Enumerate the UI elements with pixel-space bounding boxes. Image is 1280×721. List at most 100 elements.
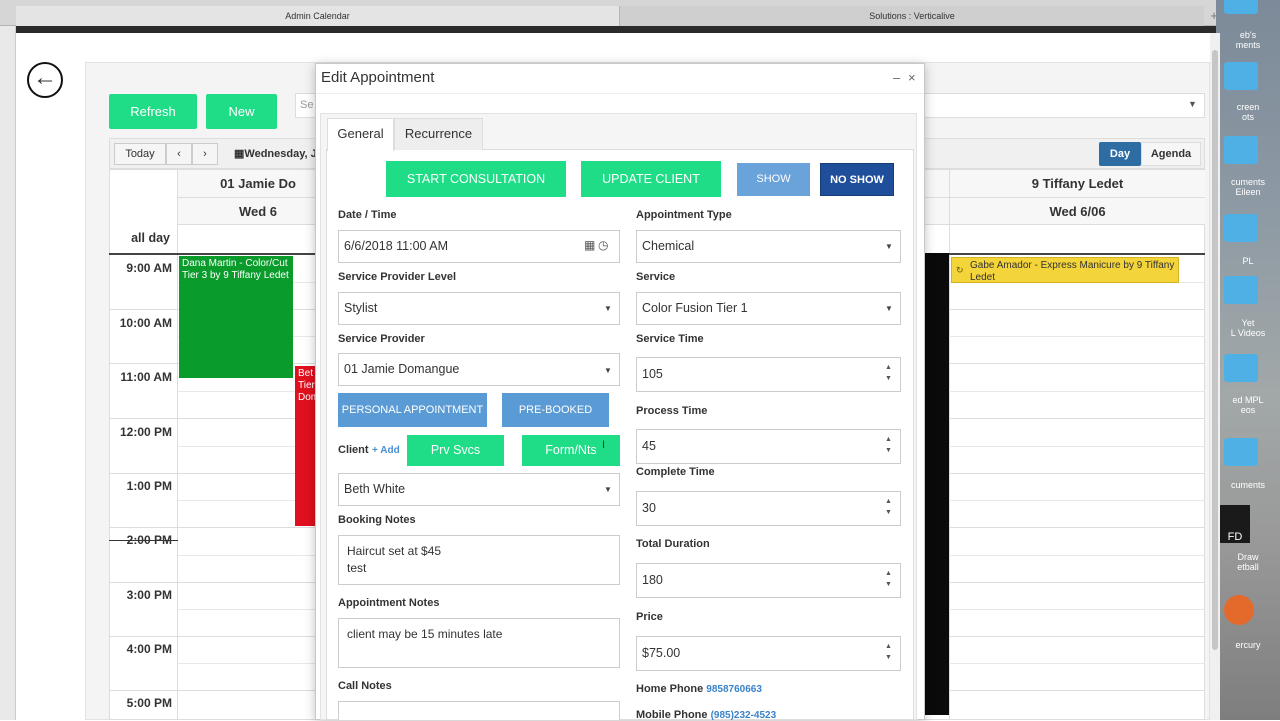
add-client-link[interactable]: + Add xyxy=(372,445,400,456)
start-consultation-button[interactable]: START CONSULTATION xyxy=(386,161,566,197)
decrement-icon[interactable]: ▼ xyxy=(885,581,892,588)
service-provider-select[interactable]: 01 Jamie Domangue xyxy=(338,353,620,386)
folder-icon[interactable] xyxy=(1224,276,1258,304)
chevron-down-icon[interactable]: ▼ xyxy=(604,485,612,494)
tab-recurrence[interactable]: Recurrence xyxy=(394,118,483,150)
day-view-button[interactable]: Day xyxy=(1099,142,1141,166)
prev-day-button[interactable]: ‹ xyxy=(166,143,192,165)
back-arrow-icon[interactable]: ← xyxy=(27,62,63,98)
pre-booked-button[interactable]: PRE-BOOKED xyxy=(502,393,609,427)
close-icon[interactable]: × xyxy=(908,70,916,85)
increment-icon[interactable]: ▲ xyxy=(885,498,892,505)
desktop-label: PL xyxy=(1242,256,1254,266)
appointment-event[interactable]: Gabe Amador - Express Manicure by 9 Tiff… xyxy=(951,257,1179,283)
mobile-phone-link[interactable]: (985)232-4523 xyxy=(711,710,777,721)
provider-header: 9 Tiffany Ledet xyxy=(1031,176,1124,191)
show-button[interactable]: SHOW xyxy=(737,163,810,196)
increment-icon[interactable]: ▲ xyxy=(885,570,892,577)
total-duration-input[interactable]: 180 xyxy=(636,563,901,598)
personal-appointment-button[interactable]: PERSONAL APPOINTMENT xyxy=(338,393,487,427)
service-time-input[interactable]: 105 xyxy=(636,357,901,392)
time-label: 5:00 PM xyxy=(126,696,172,710)
appointment-notes-textarea[interactable]: client may be 15 minutes late xyxy=(338,618,620,668)
left-window-edge xyxy=(0,26,16,720)
date-time-input[interactable]: 6/6/2018 11:00 AM xyxy=(338,230,620,263)
tab-label: Admin Calendar xyxy=(285,11,350,21)
time-label: 1:00 PM xyxy=(126,479,172,493)
decrement-icon[interactable]: ▼ xyxy=(885,654,892,661)
desktop-background: eb's ments creen ots cuments Eileen PL Y… xyxy=(1216,0,1280,720)
clock-icon[interactable]: ◷ xyxy=(598,238,608,252)
browser-tab-admin-calendar[interactable]: Admin Calendar xyxy=(16,6,620,26)
increment-icon[interactable]: ▲ xyxy=(885,436,892,443)
increment-icon[interactable]: ▲ xyxy=(885,643,892,650)
appointment-type-label: Appointment Type xyxy=(636,209,732,221)
no-show-button[interactable]: NO SHOW xyxy=(820,163,894,196)
complete-time-input[interactable]: 30 xyxy=(636,491,901,526)
desktop-label: Yet L Videos xyxy=(1230,318,1266,338)
total-duration-label: Total Duration xyxy=(636,538,710,550)
chevron-down-icon[interactable]: ▼ xyxy=(1188,99,1197,109)
refresh-button[interactable]: Refresh xyxy=(109,94,197,129)
forms-notes-button[interactable]: Form/Nts xyxy=(522,435,620,466)
booking-notes-line: test xyxy=(347,561,367,575)
service-provider-level-select[interactable]: Stylist xyxy=(338,292,620,325)
folder-icon[interactable] xyxy=(1224,62,1258,90)
booking-notes-textarea[interactable]: Haircut set at $45 test xyxy=(338,535,620,585)
folder-icon[interactable] xyxy=(1224,438,1258,466)
mobile-phone-row: Mobile Phone (985)232-4523 xyxy=(636,709,776,721)
tab-general[interactable]: General xyxy=(327,118,394,151)
desktop-label: ercury xyxy=(1235,640,1261,650)
browser-toolbar-strip xyxy=(16,26,1222,33)
appointment-event[interactable]: Bet Tier Dom xyxy=(295,366,317,526)
app-icon-label: FD xyxy=(1227,531,1243,543)
tab-label: Solutions : Verticalive xyxy=(869,11,955,21)
decrement-icon[interactable]: ▼ xyxy=(885,375,892,382)
decrement-icon[interactable]: ▼ xyxy=(885,509,892,516)
browser-tab-solutions[interactable]: Solutions : Verticalive xyxy=(620,6,1204,26)
chevron-down-icon[interactable]: ▼ xyxy=(885,242,893,251)
home-phone-link[interactable]: 9858760663 xyxy=(706,684,762,695)
appointment-event[interactable]: Dana Martin - Color/Cut Tier 3 by 9 Tiff… xyxy=(179,256,293,378)
next-day-button[interactable]: › xyxy=(192,143,218,165)
app-icon[interactable]: FD xyxy=(1220,505,1250,543)
chevron-down-icon[interactable]: ▼ xyxy=(604,366,612,375)
new-button[interactable]: New xyxy=(206,94,277,129)
process-time-input[interactable]: 45 xyxy=(636,429,901,464)
service-provider-label: Service Provider xyxy=(338,333,425,345)
folder-icon[interactable] xyxy=(1224,136,1258,164)
date-time-label: Date / Time xyxy=(338,209,397,221)
service-provider-level-label: Service Provider Level xyxy=(338,271,457,283)
all-day-label: all day xyxy=(131,231,170,245)
appointment-notes-label: Appointment Notes xyxy=(338,597,440,609)
home-phone-label: Home Phone xyxy=(636,683,704,695)
folder-icon[interactable] xyxy=(1224,0,1258,14)
client-select[interactable]: Beth White xyxy=(338,473,620,506)
folder-icon[interactable] xyxy=(1224,354,1258,382)
service-select[interactable]: Color Fusion Tier 1 xyxy=(636,292,901,325)
call-notes-textarea[interactable] xyxy=(338,701,620,720)
scrollbar-thumb[interactable] xyxy=(1212,50,1218,650)
update-client-button[interactable]: UPDATE CLIENT xyxy=(581,161,721,197)
price-input[interactable]: $75.00 xyxy=(636,636,901,671)
desktop-label: cuments xyxy=(1230,480,1265,490)
desktop-label: ed MPL eos xyxy=(1232,395,1264,415)
desktop-label: cuments Eileen xyxy=(1230,177,1265,197)
recurring-icon: ↻ xyxy=(956,265,964,275)
decrement-icon[interactable]: ▼ xyxy=(885,447,892,454)
increment-icon[interactable]: ▲ xyxy=(885,364,892,371)
previous-services-button[interactable]: Prv Svcs xyxy=(407,435,504,466)
mercury-app-icon[interactable] xyxy=(1224,595,1254,625)
client-label: Client xyxy=(338,444,369,456)
minimize-icon[interactable]: – xyxy=(893,70,900,85)
process-time-label: Process Time xyxy=(636,405,708,417)
folder-icon[interactable] xyxy=(1224,214,1258,242)
chevron-down-icon[interactable]: ▼ xyxy=(885,304,893,313)
chevron-down-icon[interactable]: ▼ xyxy=(604,304,612,313)
time-gutter xyxy=(109,169,178,720)
agenda-view-button[interactable]: Agenda xyxy=(1141,142,1201,166)
today-button[interactable]: Today xyxy=(114,143,166,165)
time-label: 12:00 PM xyxy=(119,425,172,439)
appointment-type-select[interactable]: Chemical xyxy=(636,230,901,263)
calendar-icon[interactable]: ▦ xyxy=(584,238,595,252)
